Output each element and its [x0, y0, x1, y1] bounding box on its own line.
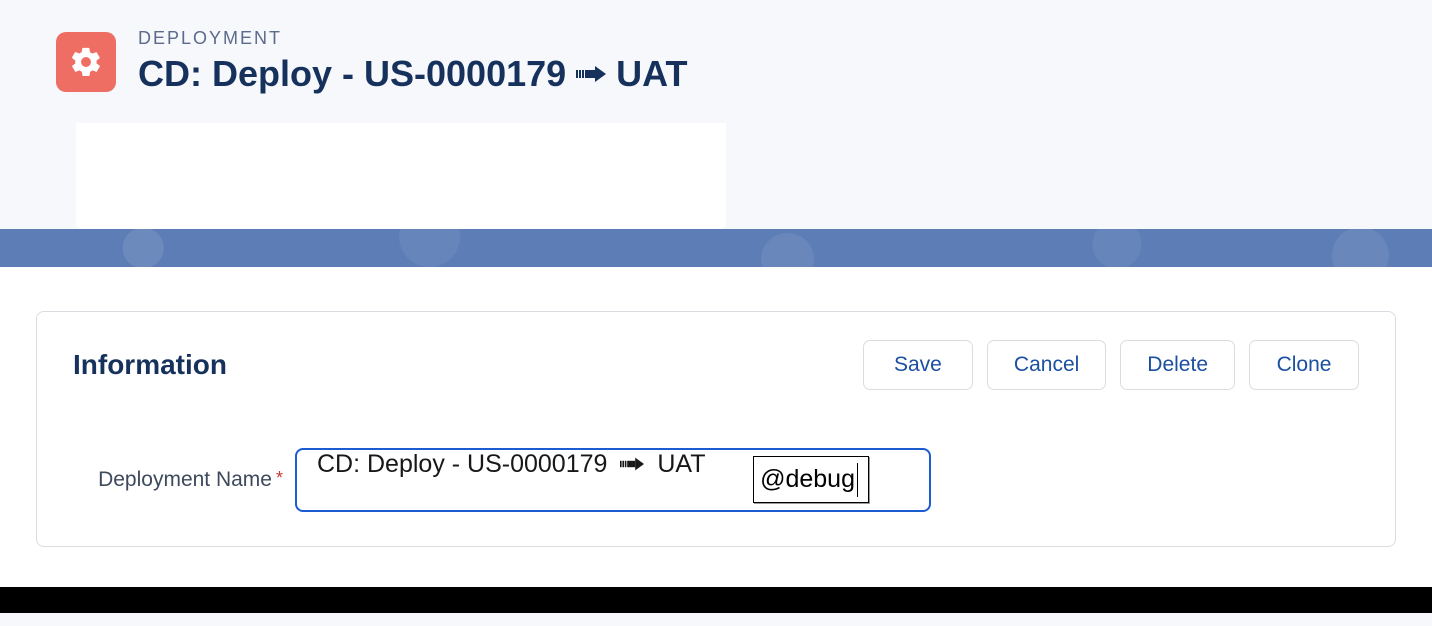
record-header-text: DEPLOYMENT CD: Deploy - US-0000179 UAT — [138, 28, 687, 95]
page-title-suffix: UAT — [616, 53, 687, 95]
input-value-prefix: CD: Deploy - US-0000179 — [317, 450, 607, 478]
clone-button[interactable]: Clone — [1249, 340, 1359, 390]
object-label: DEPLOYMENT — [138, 28, 687, 49]
save-button[interactable]: Save — [863, 340, 973, 390]
page-title-prefix: CD: Deploy - US-0000179 — [138, 53, 566, 95]
section-title: Information — [73, 349, 227, 381]
subheader-region — [0, 123, 1432, 229]
panel-header: Information Save Cancel Delete Clone — [73, 340, 1359, 390]
arrow-right-icon — [576, 64, 606, 84]
delete-button[interactable]: Delete — [1120, 340, 1235, 390]
page-body: Information Save Cancel Delete Clone Dep… — [0, 267, 1432, 587]
bottom-crop-bar — [0, 587, 1432, 613]
information-panel: Information Save Cancel Delete Clone Dep… — [36, 311, 1396, 547]
subheader-blank-card — [76, 123, 726, 229]
record-header: DEPLOYMENT CD: Deploy - US-0000179 UAT — [0, 0, 1432, 123]
action-button-row: Save Cancel Delete Clone — [863, 340, 1359, 390]
cancel-button[interactable]: Cancel — [987, 340, 1106, 390]
arrow-right-icon — [620, 456, 644, 472]
page-title: CD: Deploy - US-0000179 UAT — [138, 53, 687, 95]
decorative-band — [0, 229, 1432, 267]
deployment-name-label: Deployment Name* — [73, 467, 283, 493]
text-caret — [857, 463, 858, 497]
ime-text: @debug — [760, 465, 855, 494]
deployment-name-field-row: Deployment Name* CD: Deploy - US-0000179… — [73, 448, 1359, 512]
deployment-name-input-wrap: CD: Deploy - US-0000179 UAT @debug — [295, 448, 931, 512]
deployment-icon — [56, 32, 116, 92]
ime-composition-box[interactable]: @debug — [753, 456, 869, 503]
required-indicator: * — [276, 468, 283, 488]
input-value-suffix: UAT — [657, 450, 705, 478]
